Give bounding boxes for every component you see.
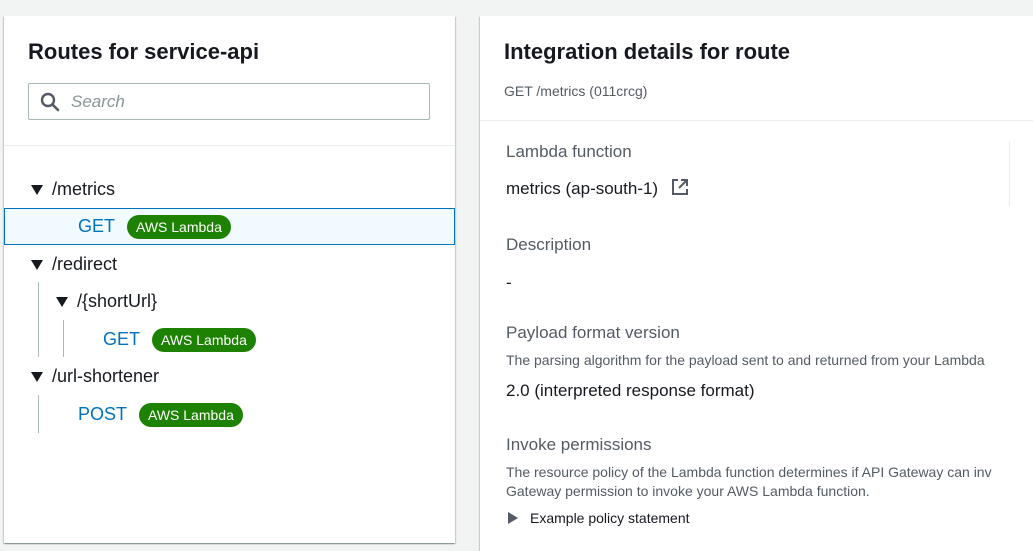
search-box[interactable] [28, 83, 430, 120]
payload-format-value: 2.0 (interpreted response format) [506, 381, 755, 400]
field-label: Payload format version [506, 323, 680, 342]
field-description-line: Gateway permission to invoke your AWS La… [506, 483, 870, 499]
column-divider [1009, 141, 1010, 206]
route-path: /redirect [52, 254, 118, 274]
search-input[interactable] [71, 91, 411, 112]
field-label: Lambda function [506, 142, 632, 161]
lambda-function-link-row[interactable]: metrics (ap-south-1) [506, 178, 689, 201]
integration-badge: AWS Lambda [152, 327, 256, 352]
integration-details-title: Integration details for route [504, 39, 791, 64]
route-method-metrics-get[interactable]: GET AWS Lambda [4, 208, 455, 245]
field-description: The parsing algorithm for the payload se… [506, 352, 985, 368]
lambda-function-value[interactable]: metrics (ap-south-1) [506, 179, 658, 198]
field-description-line: The resource policy of the Lambda functi… [506, 464, 992, 480]
route-method: POST [78, 404, 128, 424]
route-method: GET [78, 216, 116, 236]
route-method: GET [103, 329, 141, 349]
integration-details-header: Integration details for route GET /metri… [480, 16, 1033, 121]
route-path: /url-shortener [52, 366, 160, 386]
route-path: /{shortUrl} [77, 291, 158, 311]
example-policy-expander[interactable]: Example policy statement [506, 510, 992, 526]
caret-down-icon[interactable] [56, 296, 68, 307]
route-node-redirect[interactable]: /redirect [31, 246, 117, 283]
invoke-permissions-field: Invoke permissions The resource policy o… [506, 435, 992, 526]
tree-guide-line [63, 320, 64, 357]
caret-right-icon[interactable] [508, 512, 518, 524]
caret-down-icon[interactable] [31, 184, 43, 195]
routes-panel-header: Routes for service-api [4, 16, 455, 146]
description-field: Description - [506, 235, 591, 293]
integration-details-panel: Integration details for route GET /metri… [480, 16, 1033, 551]
route-node-metrics[interactable]: /metrics [31, 171, 115, 208]
route-node-url-shortener[interactable]: /url-shortener [31, 358, 159, 395]
route-node-shorturl[interactable]: /{shortUrl} [56, 283, 157, 320]
description-value: - [506, 273, 512, 292]
field-description: The resource policy of the Lambda functi… [506, 463, 992, 501]
field-label: Description [506, 235, 592, 254]
payload-format-field: Payload format version The parsing algor… [506, 323, 985, 401]
external-link-icon[interactable] [671, 178, 689, 201]
caret-down-icon[interactable] [31, 371, 43, 382]
lambda-function-field: Lambda function metrics (ap-south-1) [506, 142, 689, 201]
tree-guide-line [38, 282, 39, 357]
expander-label[interactable]: Example policy statement [530, 510, 690, 526]
routes-panel: Routes for service-api /metrics GET AWS … [4, 16, 455, 543]
tree-guide-line [38, 395, 39, 433]
field-label: Invoke permissions [506, 435, 652, 454]
route-subtitle: GET /metrics (011crcg) [504, 83, 648, 99]
caret-down-icon[interactable] [31, 259, 43, 270]
route-path: /metrics [52, 179, 115, 199]
route-method-shorturl-get[interactable]: GET AWS Lambda [103, 321, 256, 358]
integration-badge: AWS Lambda [139, 402, 243, 427]
integration-badge: AWS Lambda [127, 214, 231, 239]
routes-panel-title: Routes for service-api [28, 39, 260, 64]
route-method-url-shortener-post[interactable]: POST AWS Lambda [78, 396, 243, 433]
search-icon [39, 91, 61, 113]
